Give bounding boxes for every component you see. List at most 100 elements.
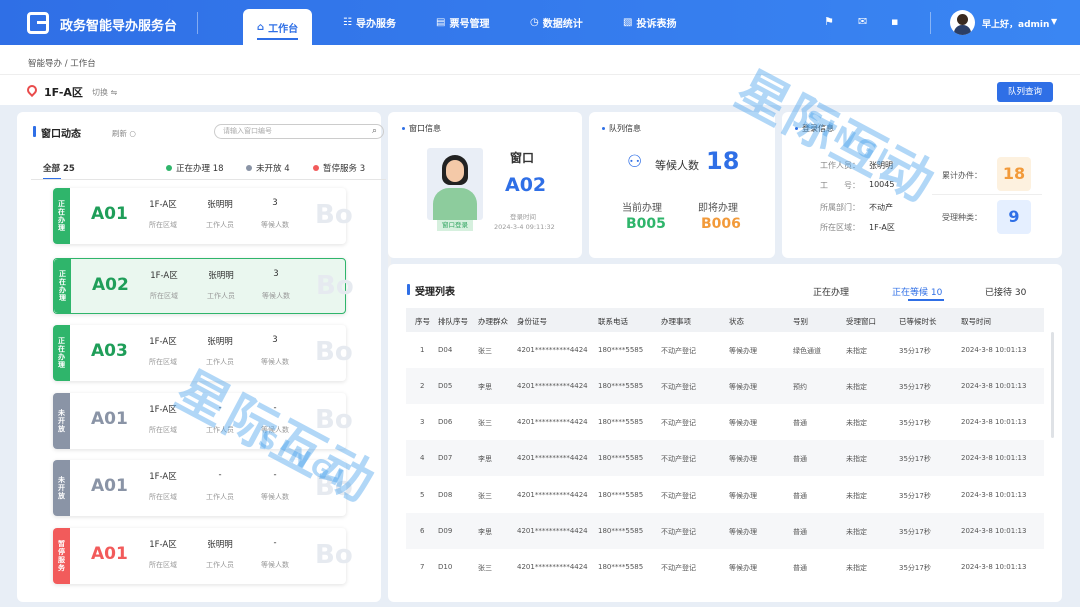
search-icon[interactable]: ⌕ xyxy=(372,125,377,138)
window-status-badge: 正在办理 xyxy=(53,188,70,244)
filter-processing[interactable]: 正在办理 18 xyxy=(166,162,224,174)
table-scrollbar[interactable] xyxy=(1051,332,1054,438)
waiting-label: 等候人数 xyxy=(261,358,289,366)
guide-icon: ☷ xyxy=(343,17,352,28)
table-cell: 不动产登记 xyxy=(661,419,696,427)
home-icon: ⌂ xyxy=(257,21,265,33)
table-cell: 4201**********4424 xyxy=(517,346,588,354)
refresh-button[interactable]: 刷新 ○ xyxy=(112,128,136,139)
mail-icon[interactable]: ✉ xyxy=(858,15,867,28)
window-code: A01 xyxy=(91,544,128,564)
waiting-label: 等候人数 xyxy=(262,292,290,300)
table-cell: 普通 xyxy=(793,492,807,500)
tab-received[interactable]: 已接待 30 xyxy=(985,285,1026,298)
window-search-input[interactable]: 请输入窗口编号 ⌕ xyxy=(214,124,384,139)
window-card[interactable]: 正在办理 A01 1F-A区 所在区域 张明明 工作人员 3 等候人数 Bo xyxy=(53,188,353,244)
tab-ticket-management[interactable]: ▤ 票号管理 xyxy=(436,0,489,45)
panel-title: 窗口动态 xyxy=(33,125,81,140)
filter-label: 暂停服务 3 xyxy=(323,164,366,174)
waiting-label: 等候人数 xyxy=(261,493,289,501)
tab-guide-service[interactable]: ☷ 导办服务 xyxy=(343,0,396,45)
lock-icon[interactable]: ▪ xyxy=(891,15,898,28)
table-cell: 35分17秒 xyxy=(899,347,931,355)
people-icon: ⚇ xyxy=(627,152,643,172)
tab-workbench[interactable]: ⌂ 工作台 xyxy=(243,9,313,45)
area-label: 所在区域 xyxy=(149,561,177,569)
table-cell: 未指定 xyxy=(846,564,867,572)
table-cell: 4 xyxy=(420,454,425,462)
table-cell: 未指定 xyxy=(846,492,867,500)
filter-label: 正在办理 18 xyxy=(176,164,224,174)
table-row[interactable]: 1 D04 张三 4201**********4424 180****5585 不动产登记… xyxy=(406,332,1044,368)
table-cell: 7 xyxy=(420,563,425,571)
table-cell: 绿色通道 xyxy=(793,347,821,355)
window-staff: 张明明 xyxy=(207,540,233,550)
table-cell: 等候办理 xyxy=(729,564,757,572)
table-cell: 180****5585 xyxy=(598,382,644,390)
table-cell: D09 xyxy=(438,527,453,535)
queue-query-button[interactable]: 队列查询 xyxy=(997,82,1053,102)
header-divider xyxy=(930,12,931,34)
window-status-badge: 正在办理 xyxy=(54,259,71,313)
column-header: 取号时间 xyxy=(961,317,991,326)
table-row[interactable]: 7 D10 张三 4201**********4424 180****5585 不动产登记… xyxy=(406,549,1044,585)
tab-statistics[interactable]: ◷ 数据统计 xyxy=(530,0,583,45)
active-tab-indicator xyxy=(908,299,944,301)
table-cell: 张三 xyxy=(478,564,492,572)
types-count: 9 xyxy=(997,200,1031,234)
tab-label: 导办服务 xyxy=(355,19,396,30)
column-header: 身份证号 xyxy=(517,317,547,326)
status-dot xyxy=(246,165,252,171)
panel-title: 受理列表 xyxy=(407,283,455,298)
avatar[interactable] xyxy=(950,10,975,35)
tab-complaints[interactable]: ▧ 投诉表扬 xyxy=(623,0,676,45)
tab-label: 正在办理 xyxy=(813,288,850,298)
panel-title: 窗口信息 xyxy=(402,124,441,133)
table-cell: 未指定 xyxy=(846,347,867,355)
app-title: 政务智能导办服务台 xyxy=(60,19,178,34)
window-name: 窗口 xyxy=(510,151,535,165)
table-cell: 35分17秒 xyxy=(899,564,931,572)
window-status-badge: 未开放 xyxy=(53,393,70,449)
table-cell: 2024-3-8 10:01:13 xyxy=(961,418,1027,426)
tab-processing[interactable]: 正在办理 xyxy=(813,285,849,298)
table-row[interactable]: 2 D05 李思 4201**********4424 180****5585 不动产登记… xyxy=(406,368,1044,404)
table-cell: 不动产登记 xyxy=(661,455,696,463)
table-cell: 4201**********4424 xyxy=(517,418,588,426)
sub-header: 智能导办 / 工作台 1F-A区 切换 ⇋ 队列查询 xyxy=(0,45,1080,105)
panel-title: 队列信息 xyxy=(602,124,641,133)
window-card[interactable]: 暂停服务 A01 1F-A区 所在区域 张明明 工作人员 - 等候人数 Bo xyxy=(53,528,353,584)
table-row[interactable]: 6 D09 李思 4201**********4424 180****5585 不动产登记… xyxy=(406,513,1044,549)
waiting-label: 等候人数 xyxy=(261,221,289,229)
filter-paused[interactable]: 暂停服务 3 xyxy=(313,162,365,174)
column-header: 序号 xyxy=(415,317,430,326)
table-cell: 4201**********4424 xyxy=(517,454,588,462)
table-row[interactable]: 4 D07 李思 4201**********4424 180****5585 不动产登记… xyxy=(406,440,1044,476)
table-cell: 李思 xyxy=(478,455,492,463)
window-card[interactable]: 正在办理 A02 1F-A区 所在区域 张明明 工作人员 3 等候人数 Bo xyxy=(53,258,354,314)
filter-closed[interactable]: 未开放 4 xyxy=(246,162,290,174)
table-cell: 35分17秒 xyxy=(899,528,931,536)
chevron-down-icon[interactable]: ▼ xyxy=(1051,17,1057,26)
staff-label: 工作人员 xyxy=(206,561,234,569)
window-waiting: 3 xyxy=(272,198,278,208)
dept: 不动产 xyxy=(869,203,893,212)
table-row[interactable]: 5 D08 张三 4201**********4424 180****5585 不动产登记… xyxy=(406,477,1044,513)
table-row[interactable]: 3 D06 张三 4201**********4424 180****5585 不动产登记… xyxy=(406,404,1044,440)
window-status-badge: 未开放 xyxy=(53,460,70,516)
table-cell: 等候办理 xyxy=(729,528,757,536)
table-cell: 不动产登记 xyxy=(661,383,696,391)
tab-waiting[interactable]: 正在等候 10 xyxy=(892,285,942,298)
column-header: 受理窗口 xyxy=(846,317,876,326)
dept-label: 所属部门： xyxy=(820,203,860,212)
column-header: 联系电话 xyxy=(598,317,628,326)
user-greeting[interactable]: 早上好，admin xyxy=(982,17,1049,30)
login-time-label: 登录时间 xyxy=(510,213,536,221)
column-header: 排队序号 xyxy=(438,317,468,326)
switch-zone-link[interactable]: 切换 ⇋ xyxy=(92,87,117,98)
table-cell: 180****5585 xyxy=(598,563,644,571)
table-cell: D04 xyxy=(438,346,453,354)
filter-all[interactable]: 全部 25 xyxy=(43,162,75,174)
clock-icon: ◷ xyxy=(530,17,539,28)
flag-icon[interactable]: ⚑ xyxy=(824,15,834,28)
